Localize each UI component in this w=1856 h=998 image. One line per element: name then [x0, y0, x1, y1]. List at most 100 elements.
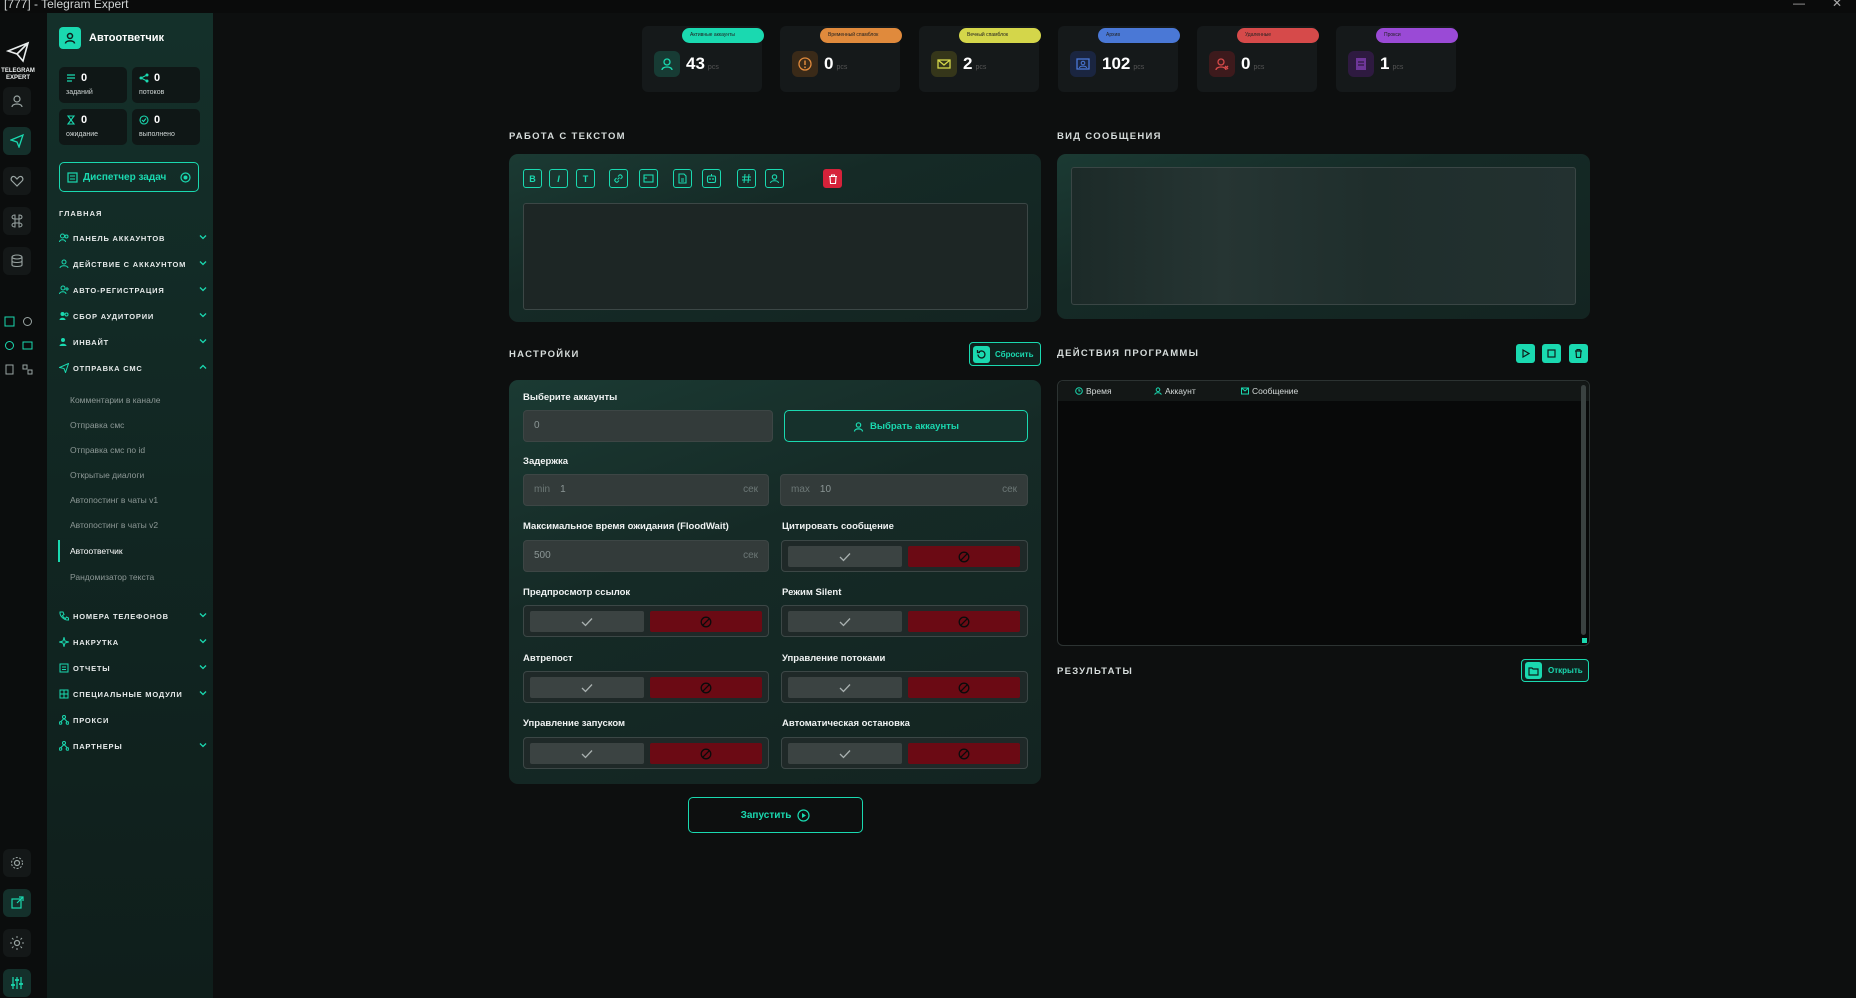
resize-handle[interactable]: [1582, 638, 1587, 643]
minimize-button[interactable]: —: [1793, 0, 1805, 9]
reset-button[interactable]: Сбросить: [969, 342, 1041, 366]
bold-button[interactable]: B: [523, 169, 542, 188]
nav-auto-registration[interactable]: АВТО-РЕГИСТРАЦИЯ: [59, 283, 207, 297]
delay-max-input[interactable]: max 10 сек: [780, 474, 1028, 506]
select-accounts-button[interactable]: Выбрать аккаунты: [784, 410, 1028, 442]
subnav-sms-sending[interactable]: Отправка смс: [70, 420, 124, 430]
play-button[interactable]: [1516, 344, 1535, 363]
card-archive[interactable]: Архив 102 pcs: [1058, 26, 1180, 92]
subnav-autoresponder[interactable]: Автоответчик: [70, 546, 123, 556]
card-temp-spamblock[interactable]: Временный спамблок 0 pcs: [780, 26, 902, 92]
clear-log-button[interactable]: [1569, 344, 1588, 363]
card-deleted[interactable]: Удаленные 0 pcs: [1197, 26, 1319, 92]
open-results-button[interactable]: Открыть: [1521, 659, 1589, 682]
link-preview-on-button[interactable]: [530, 611, 644, 632]
rail-external-button[interactable]: [3, 889, 31, 917]
subnav-sms-by-id[interactable]: Отправка смс по id: [70, 445, 145, 455]
nav-proxy[interactable]: ПРОКСИ: [59, 713, 207, 727]
nav-special-modules[interactable]: СПЕЦИАЛЬНЫЕ МОДУЛИ: [59, 687, 207, 701]
italic-button[interactable]: I: [549, 169, 568, 188]
nav-invite[interactable]: ИНВАЙТ: [59, 335, 207, 349]
nav-phone-numbers[interactable]: НОМЕРА ТЕЛЕФОНОВ: [59, 609, 207, 623]
rail-profile-button[interactable]: [3, 87, 31, 115]
link-preview-off-button[interactable]: [650, 611, 762, 632]
quote-message-toggle[interactable]: [781, 540, 1028, 572]
rail-settings-button[interactable]: [3, 849, 31, 877]
nav-boosting[interactable]: НАКРУТКА: [59, 635, 207, 649]
silent-on-button[interactable]: [788, 611, 902, 632]
rail-send-button[interactable]: [3, 127, 31, 155]
log-scrollbar[interactable]: [1581, 385, 1586, 635]
program-log[interactable]: Время Аккаунт Сообщение: [1057, 380, 1590, 646]
subnav-autoposting-v1[interactable]: Автопостинг в чаты v1: [70, 495, 158, 505]
chevron-down-icon: [199, 313, 207, 318]
clear-text-button[interactable]: [823, 169, 842, 188]
rail-theme-button[interactable]: [3, 929, 31, 957]
hashtag-icon: [742, 173, 751, 184]
threads-control-toggle[interactable]: [781, 671, 1028, 703]
quote-off-button[interactable]: [908, 546, 1020, 567]
card-proxy-value: 1 pcs: [1380, 54, 1404, 73]
rail-favorites-button[interactable]: [3, 167, 31, 195]
accounts-count-input[interactable]: 0: [523, 410, 773, 442]
file-button[interactable]: [673, 169, 692, 188]
auto-stop-toggle[interactable]: [781, 737, 1028, 769]
nav-account-actions[interactable]: ДЕЙСТВИЕ С АККАУНТОМ: [59, 257, 207, 271]
nav-account-actions-label: ДЕЙСТВИЕ С АККАУНТОМ: [73, 259, 187, 269]
rail-mini-6-icon[interactable]: [21, 363, 33, 375]
nav-partners[interactable]: ПАРТНЕРЫ: [59, 739, 207, 753]
card-active-accounts[interactable]: Активные аккаунты 43 pcs: [642, 26, 764, 92]
auto-stop-off-button[interactable]: [908, 743, 1020, 764]
launch-control-toggle[interactable]: [523, 737, 769, 769]
card-permanent-spamblock[interactable]: Вечный спамблок 2 pcs: [919, 26, 1041, 92]
nav-audience-collection[interactable]: СБОР АУДИТОРИИ: [59, 309, 207, 323]
run-button[interactable]: Запустить: [688, 797, 863, 833]
bot-button[interactable]: [702, 169, 721, 188]
nav-sms-sending[interactable]: ОТПРАВКА СМС: [59, 361, 207, 375]
proxy-icon: [1348, 51, 1374, 77]
message-text-input[interactable]: [523, 203, 1028, 310]
active-user-icon: [654, 51, 680, 77]
nav-reports[interactable]: ОТЧЕТЫ: [59, 661, 207, 675]
subnav-channel-comments[interactable]: Комментарии в канале: [70, 395, 161, 405]
app-header: Автоответчик: [59, 27, 164, 49]
warning-icon: [792, 51, 818, 77]
rail-mini-3-icon[interactable]: [3, 339, 15, 351]
rail-mini-1-icon[interactable]: [3, 315, 15, 327]
rail-command-button[interactable]: [3, 207, 31, 235]
mention-button[interactable]: [765, 169, 784, 188]
delay-min-input[interactable]: min 1 сек: [523, 474, 769, 506]
spoiler-button[interactable]: [639, 169, 658, 188]
autorepost-off-button[interactable]: [650, 677, 762, 698]
rail-mini-5-icon[interactable]: [3, 363, 15, 375]
subnav-open-dialogs[interactable]: Открытые диалоги: [70, 470, 144, 480]
stop-button[interactable]: [1542, 344, 1561, 363]
rail-database-button[interactable]: [3, 247, 31, 275]
autorepost-on-button[interactable]: [530, 677, 644, 698]
auto-stop-on-button[interactable]: [788, 743, 902, 764]
user-icon: [853, 421, 864, 432]
launch-off-button[interactable]: [650, 743, 762, 764]
link-button[interactable]: [609, 169, 628, 188]
rail-sliders-button[interactable]: [3, 969, 31, 997]
threads-off-button[interactable]: [908, 677, 1020, 698]
subnav-text-randomizer[interactable]: Рандомизатор текста: [70, 572, 154, 582]
subnav-autoposting-v2[interactable]: Автопостинг в чаты v2: [70, 520, 158, 530]
rail-mini-2-icon[interactable]: [21, 315, 33, 327]
rail-mini-4-icon[interactable]: [21, 339, 33, 351]
text-style-button[interactable]: T: [576, 169, 595, 188]
task-dispatcher-button[interactable]: Диспетчер задач: [59, 162, 199, 192]
link-preview-toggle[interactable]: [523, 605, 769, 637]
launch-on-button[interactable]: [530, 743, 644, 764]
nav-accounts-panel[interactable]: ПАНЕЛЬ АККАУНТОВ: [59, 231, 207, 245]
close-button[interactable]: ✕: [1832, 0, 1842, 9]
threads-on-button[interactable]: [788, 677, 902, 698]
autorepost-toggle[interactable]: [523, 671, 769, 703]
floodwait-input[interactable]: 500 сек: [523, 540, 769, 572]
silent-mode-toggle[interactable]: [781, 605, 1028, 637]
hashtag-button[interactable]: [737, 169, 756, 188]
quote-on-button[interactable]: [788, 546, 902, 567]
card-proxy[interactable]: Прокси 1 pcs: [1336, 26, 1458, 92]
silent-off-button[interactable]: [908, 611, 1020, 632]
mail-block-icon: [931, 51, 957, 77]
